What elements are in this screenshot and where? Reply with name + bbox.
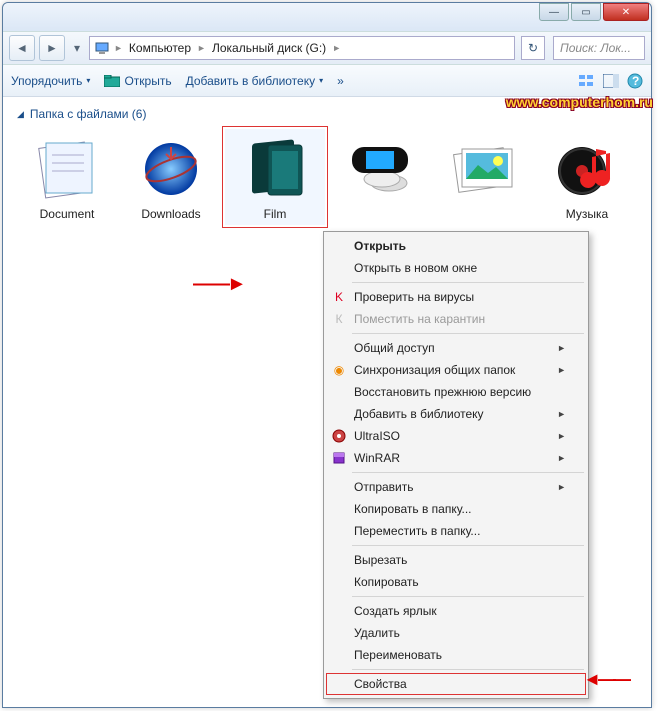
ctx-properties[interactable]: Свойства — [326, 673, 586, 695]
item-label: Музыка — [566, 207, 608, 221]
ctx-send-to[interactable]: Отправить ► — [326, 476, 586, 498]
submenu-arrow-icon: ► — [557, 482, 566, 492]
svg-text:?: ? — [632, 74, 639, 88]
open-label: Открыть — [124, 74, 171, 88]
ctx-label: Проверить на вирусы — [354, 290, 474, 304]
ctx-quarantine: К Поместить на карантин — [326, 308, 586, 330]
watermark: www.computerhom.ru — [506, 94, 653, 110]
command-bar: Упорядочить ▾ Открыть Добавить в библиот… — [3, 65, 651, 97]
navigation-bar: ◄ ► ▾ ► Компьютер ► Локальный диск (G:) … — [3, 31, 651, 65]
ctx-share[interactable]: Общий доступ ► — [326, 337, 586, 359]
crumb-computer[interactable]: Компьютер — [127, 41, 193, 55]
submenu-arrow-icon: ► — [557, 365, 566, 375]
ctx-label: UltraISO — [354, 429, 400, 443]
back-button[interactable]: ◄ — [9, 35, 35, 61]
folder-item-5[interactable] — [433, 129, 533, 225]
more-commands[interactable]: » — [337, 74, 344, 88]
submenu-arrow-icon: ► — [557, 409, 566, 419]
ctx-rename[interactable]: Переименовать — [326, 644, 586, 666]
ctx-winrar[interactable]: WinRAR ► — [326, 447, 586, 469]
ctx-separator — [352, 282, 584, 283]
folder-document[interactable]: Document — [17, 129, 117, 225]
submenu-arrow-icon: ► — [557, 453, 566, 463]
open-button[interactable]: Открыть — [104, 73, 171, 89]
forward-button[interactable]: ► — [39, 35, 65, 61]
ctx-separator — [352, 596, 584, 597]
add-to-library-menu[interactable]: Добавить в библиотеку ▾ — [186, 74, 324, 88]
ctx-separator — [352, 545, 584, 546]
annotation-arrow: ——► — [193, 273, 244, 296]
context-menu: Открыть Открыть в новом окне K Проверить… — [323, 231, 589, 699]
ctx-copy-to-folder[interactable]: Копировать в папку... — [326, 498, 586, 520]
item-label: Downloads — [141, 207, 200, 221]
ctx-sync-folders[interactable]: ◉ Синхронизация общих папок ► — [326, 359, 586, 381]
folder-film[interactable]: Film — [225, 129, 325, 225]
submenu-arrow-icon: ► — [557, 343, 566, 353]
crumb-sep: ► — [332, 43, 341, 53]
item-label: Film — [264, 207, 287, 221]
ctx-label: Общий доступ — [354, 341, 435, 355]
document-icon — [27, 133, 107, 205]
quarantine-icon: К — [331, 311, 347, 327]
ctx-scan-virus[interactable]: K Проверить на вирусы — [326, 286, 586, 308]
ctx-label: Синхронизация общих папок — [354, 363, 515, 377]
folder-film-icon — [235, 133, 315, 205]
kaspersky-icon: K — [331, 289, 347, 305]
view-options-icon[interactable]: ▾ — [579, 73, 595, 89]
ctx-open[interactable]: Открыть — [326, 235, 586, 257]
maximize-button[interactable]: ▭ — [571, 3, 601, 21]
chevron-down-icon: ▾ — [86, 76, 90, 85]
search-input[interactable]: Поиск: Лок... — [553, 36, 645, 60]
ctx-open-new-window[interactable]: Открыть в новом окне — [326, 257, 586, 279]
items-grid: Document Downloads Film — [17, 129, 637, 225]
globe-icon — [131, 133, 211, 205]
refresh-button[interactable]: ↻ — [521, 36, 545, 60]
ctx-restore-version[interactable]: Восстановить прежнюю версию — [326, 381, 586, 403]
ctx-separator — [352, 333, 584, 334]
addlib-label: Добавить в библиотеку — [186, 74, 316, 88]
item-label: Document — [40, 207, 95, 221]
submenu-arrow-icon: ► — [557, 431, 566, 441]
collapse-icon: ◢ — [17, 109, 24, 120]
ultraiso-icon — [331, 428, 347, 444]
sync-icon: ◉ — [331, 362, 347, 378]
ctx-separator — [352, 669, 584, 670]
minimize-button[interactable]: — — [539, 3, 569, 21]
photo-icon — [443, 133, 523, 205]
titlebar: — ▭ ✕ — [3, 3, 651, 31]
ctx-delete[interactable]: Удалить — [326, 622, 586, 644]
folder-item-4[interactable] — [329, 129, 429, 225]
ctx-create-shortcut[interactable]: Создать ярлык — [326, 600, 586, 622]
computer-icon — [94, 40, 110, 56]
help-icon[interactable]: ? — [627, 73, 643, 89]
crumb-drive[interactable]: Локальный диск (G:) — [210, 41, 328, 55]
ctx-label: WinRAR — [354, 451, 400, 465]
organize-menu[interactable]: Упорядочить ▾ — [11, 74, 90, 88]
annotation-arrow: ◄—— — [583, 669, 628, 690]
ctx-add-to-library[interactable]: Добавить в библиотеку ► — [326, 403, 586, 425]
crumb-sep: ► — [197, 43, 206, 53]
folder-open-icon — [104, 73, 120, 89]
ctx-cut[interactable]: Вырезать — [326, 549, 586, 571]
chevron-down-icon: ▾ — [319, 76, 323, 85]
ctx-copy[interactable]: Копировать — [326, 571, 586, 593]
ctx-label: Отправить — [354, 480, 414, 494]
psp-icon — [339, 133, 419, 205]
ctx-separator — [352, 472, 584, 473]
music-icon — [547, 133, 627, 205]
preview-pane-icon[interactable] — [603, 73, 619, 89]
group-label: Папка с файлами (6) — [30, 107, 147, 121]
address-bar[interactable]: ► Компьютер ► Локальный диск (G:) ► — [89, 36, 515, 60]
crumb-sep: ► — [114, 43, 123, 53]
folder-downloads[interactable]: Downloads — [121, 129, 221, 225]
ctx-label: Поместить на карантин — [354, 312, 485, 326]
ctx-ultraiso[interactable]: UltraISO ► — [326, 425, 586, 447]
close-button[interactable]: ✕ — [603, 3, 649, 21]
folder-music[interactable]: Музыка — [537, 129, 637, 225]
ctx-label: Добавить в библиотеку — [354, 407, 484, 421]
winrar-icon — [331, 450, 347, 466]
ctx-move-to-folder[interactable]: Переместить в папку... — [326, 520, 586, 542]
organize-label: Упорядочить — [11, 74, 82, 88]
history-dropdown[interactable]: ▾ — [69, 37, 85, 59]
